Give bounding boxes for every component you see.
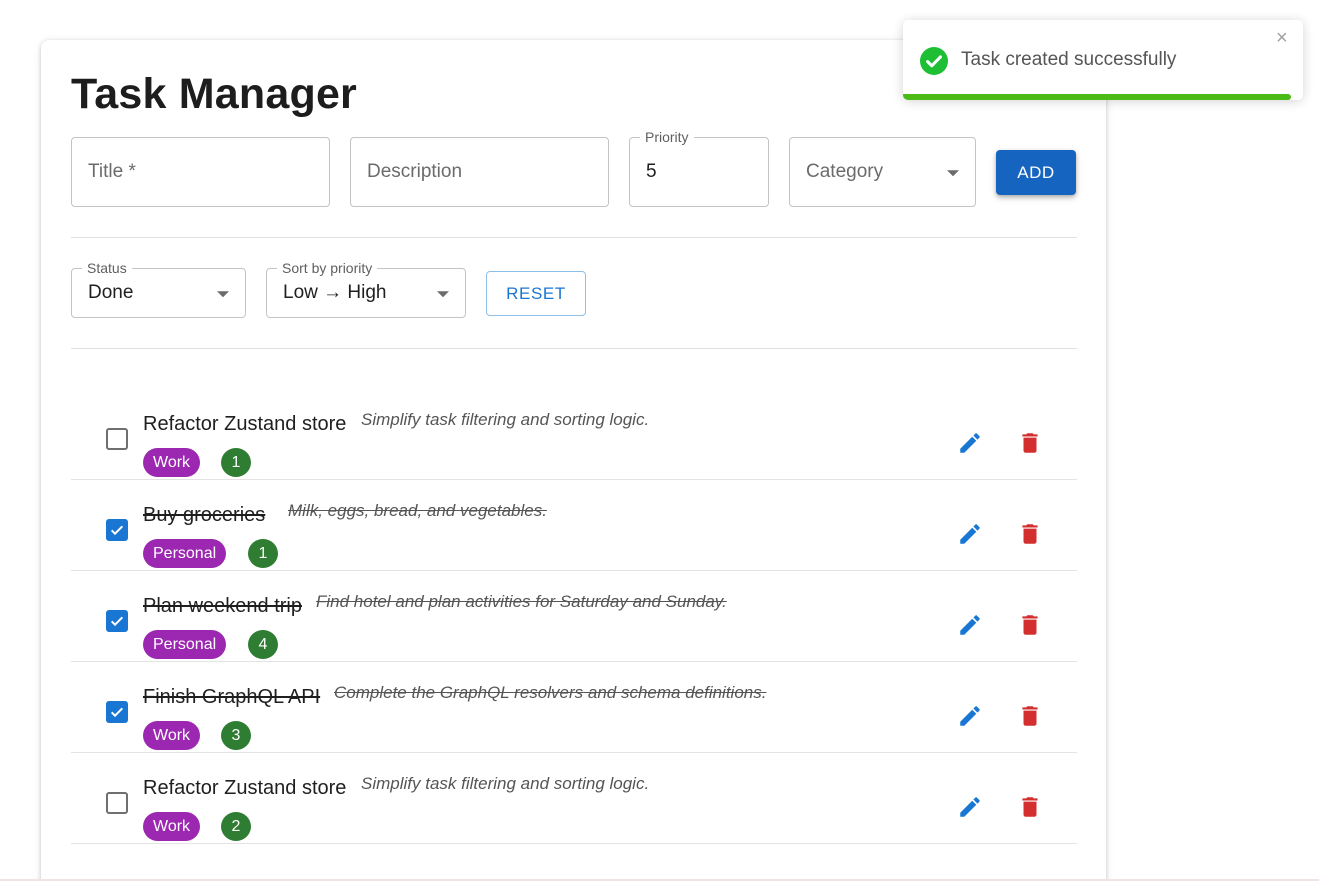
trash-icon xyxy=(1022,797,1038,817)
check-circle-icon xyxy=(920,47,948,80)
delete-task-button[interactable] xyxy=(1015,519,1045,549)
task-title: Buy groceries xyxy=(143,504,266,526)
priority-badge: 3 xyxy=(221,721,251,750)
title-input[interactable]: Title * xyxy=(71,137,330,207)
priority-badge: 2 xyxy=(221,812,251,841)
trash-icon xyxy=(1022,433,1038,453)
delete-task-button[interactable] xyxy=(1015,610,1045,640)
reset-filters-button[interactable]: RESET xyxy=(486,271,586,316)
task-checkbox[interactable] xyxy=(106,428,128,450)
priority-value: 5 xyxy=(646,161,657,182)
task-manager-card: Task Manager Title * Description Priorit… xyxy=(41,40,1106,881)
description-placeholder: Description xyxy=(367,161,463,182)
check-icon xyxy=(110,525,124,536)
task-description: Milk, eggs, bread, and vegetables. xyxy=(288,501,547,520)
trash-icon xyxy=(1022,524,1038,544)
title-placeholder: Title * xyxy=(88,161,136,182)
edit-task-button[interactable] xyxy=(955,610,985,640)
toast-progress-bar xyxy=(903,94,1291,100)
category-chip: Personal xyxy=(143,630,227,659)
edit-task-button[interactable] xyxy=(955,701,985,731)
task-checkbox[interactable] xyxy=(106,701,128,723)
category-chip: Work xyxy=(143,721,201,750)
edit-task-button[interactable] xyxy=(955,792,985,822)
priority-badge: 4 xyxy=(248,630,278,659)
page: Task Manager Title * Description Priorit… xyxy=(0,0,1319,881)
task-description: Simplify task filtering and sorting logi… xyxy=(361,774,650,793)
sort-priority-value: Low → High xyxy=(283,282,387,303)
task-checkbox[interactable] xyxy=(106,792,128,814)
close-icon[interactable]: × xyxy=(1276,28,1288,48)
pencil-icon xyxy=(960,615,980,635)
priority-badge: 1 xyxy=(248,539,278,568)
check-icon xyxy=(110,707,124,718)
task-description: Simplify task filtering and sorting logi… xyxy=(361,410,650,429)
chevron-down-icon xyxy=(437,291,449,298)
category-chip: Personal xyxy=(143,539,227,568)
pencil-icon xyxy=(960,524,980,544)
task-title: Finish GraphQL API xyxy=(143,686,321,708)
status-filter-value: Done xyxy=(88,282,134,303)
chevron-down-icon xyxy=(947,170,959,177)
divider xyxy=(71,237,1077,238)
chevron-down-icon xyxy=(217,291,229,298)
divider xyxy=(71,348,1077,349)
category-chip: Work xyxy=(143,448,201,477)
task-row: Finish GraphQL API Complete the GraphQL … xyxy=(71,661,1077,753)
status-filter-label: Status xyxy=(82,260,132,276)
trash-icon xyxy=(1022,706,1038,726)
delete-task-button[interactable] xyxy=(1015,428,1045,458)
task-title: Refactor Zustand store xyxy=(143,777,347,799)
priority-badge: 1 xyxy=(221,448,251,477)
task-description: Find hotel and plan activities for Satur… xyxy=(316,592,727,611)
check-icon xyxy=(110,616,124,627)
edit-task-button[interactable] xyxy=(955,519,985,549)
task-title: Plan weekend trip xyxy=(143,595,302,617)
sort-priority-label: Sort by priority xyxy=(277,260,378,276)
success-toast: Task created successfully × xyxy=(903,20,1303,100)
pencil-icon xyxy=(960,433,980,453)
task-checkbox[interactable] xyxy=(106,610,128,632)
task-title: Refactor Zustand store xyxy=(143,413,347,435)
pencil-icon xyxy=(960,706,980,726)
category-chip: Work xyxy=(143,812,201,841)
task-row: Refactor Zustand store Simplify task fil… xyxy=(71,388,1077,480)
description-input[interactable]: Description xyxy=(350,137,609,207)
delete-task-button[interactable] xyxy=(1015,792,1045,822)
category-placeholder: Category xyxy=(806,161,884,182)
sort-priority-select[interactable]: Sort by priority Low → High xyxy=(266,260,466,318)
priority-label: Priority xyxy=(640,129,694,145)
delete-task-button[interactable] xyxy=(1015,701,1045,731)
task-row: Plan weekend trip Find hotel and plan ac… xyxy=(71,570,1077,662)
toast-message: Task created successfully xyxy=(961,49,1177,70)
edit-task-button[interactable] xyxy=(955,428,985,458)
status-filter-select[interactable]: Status Done xyxy=(71,260,246,318)
priority-input[interactable]: Priority 5 xyxy=(629,129,769,207)
task-checkbox[interactable] xyxy=(106,519,128,541)
add-task-button[interactable]: ADD xyxy=(996,150,1076,195)
page-title: Task Manager xyxy=(71,70,357,118)
category-select[interactable]: Category xyxy=(789,137,976,207)
trash-icon xyxy=(1022,615,1038,635)
task-row: Buy groceries Milk, eggs, bread, and veg… xyxy=(71,479,1077,571)
task-row: Refactor Zustand store Simplify task fil… xyxy=(71,752,1077,844)
pencil-icon xyxy=(960,797,980,817)
task-description: Complete the GraphQL resolvers and schem… xyxy=(334,683,767,702)
